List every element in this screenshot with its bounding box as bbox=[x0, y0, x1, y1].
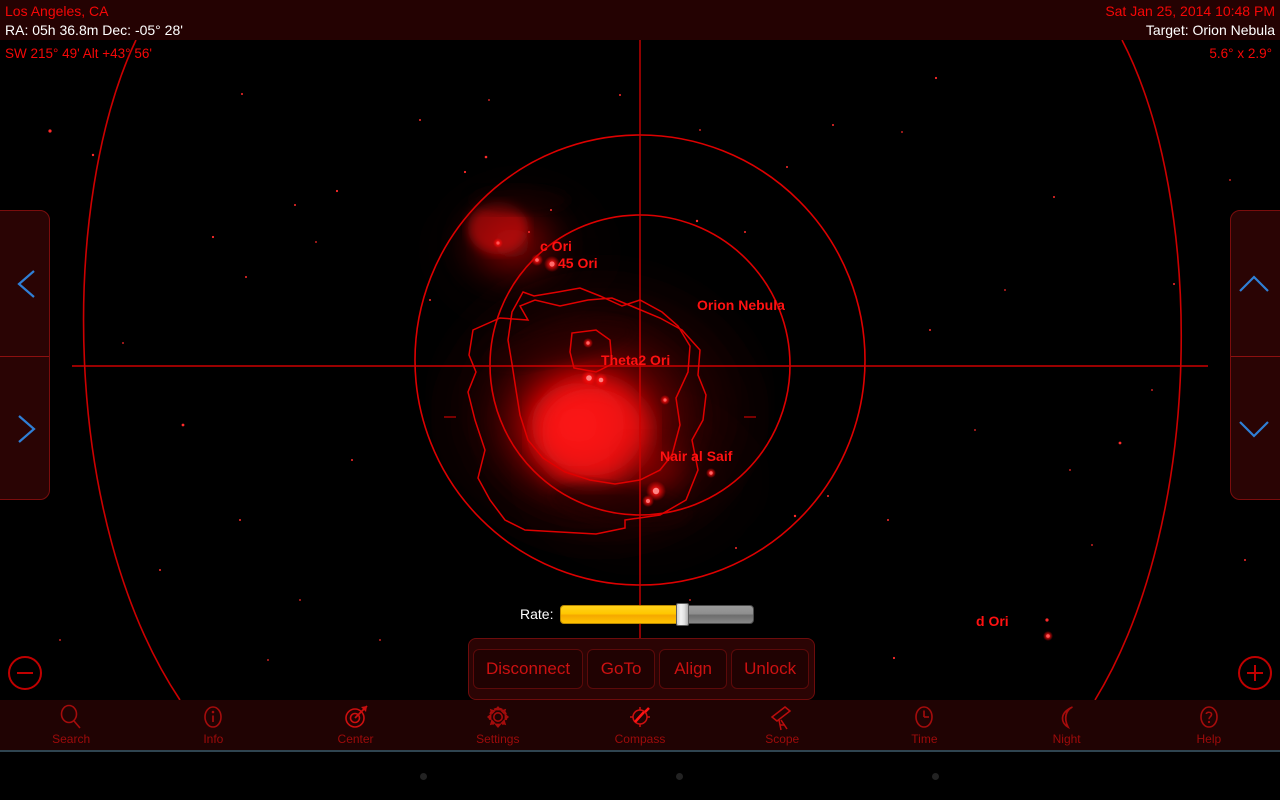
rate-slider-row[interactable]: Rate: bbox=[520, 601, 755, 627]
rate-slider[interactable] bbox=[560, 603, 755, 626]
clock-icon bbox=[910, 702, 938, 732]
pan-up-button[interactable] bbox=[1231, 211, 1280, 356]
sky-label: d Ori bbox=[976, 613, 1009, 629]
toolbar-item-compass[interactable]: Compass bbox=[569, 700, 711, 750]
toolbar-label: Time bbox=[911, 732, 938, 746]
scope-control-panel: Disconnect GoTo Align Unlock bbox=[468, 638, 815, 700]
chevron-right-icon bbox=[18, 415, 36, 443]
pan-left-button[interactable] bbox=[0, 211, 49, 356]
datetime-label: Sat Jan 25, 2014 10:48 PM bbox=[1105, 3, 1275, 19]
sky-label: c Ori bbox=[540, 238, 572, 254]
chevron-left-icon bbox=[17, 269, 35, 298]
chevron-up-icon bbox=[1239, 274, 1269, 292]
toolbar-item-help[interactable]: Help bbox=[1138, 700, 1280, 750]
toolbar-label: Help bbox=[1196, 732, 1222, 746]
toolbar-label: Compass bbox=[614, 732, 666, 746]
pan-down-button[interactable] bbox=[1231, 356, 1280, 501]
nav-back-dot[interactable] bbox=[420, 773, 427, 780]
toolbar-item-scope[interactable]: Scope bbox=[711, 700, 853, 750]
chevron-down-icon bbox=[1239, 421, 1269, 438]
toolbar-item-search[interactable]: Search bbox=[0, 700, 142, 750]
disconnect-button[interactable]: Disconnect bbox=[473, 649, 584, 689]
sky-label: Nair al Saif bbox=[660, 448, 733, 464]
sky-label: Theta2 Ori bbox=[601, 352, 670, 368]
bottom-toolbar: Search Info Center Settings Compass Scop… bbox=[0, 700, 1280, 752]
nav-recent-dot[interactable] bbox=[932, 773, 939, 780]
moon-icon bbox=[1053, 702, 1081, 732]
goto-button[interactable]: GoTo bbox=[587, 649, 656, 689]
pan-right-button[interactable] bbox=[0, 356, 49, 501]
align-button[interactable]: Align bbox=[659, 649, 728, 689]
rate-slider-fill bbox=[560, 605, 681, 624]
alt-az-readout: SW 215° 49' Alt +43° 56' bbox=[5, 46, 152, 61]
zoom-out-button[interactable] bbox=[8, 656, 42, 690]
rate-slider-thumb[interactable] bbox=[676, 603, 690, 626]
location-label: Los Angeles, CA bbox=[5, 3, 109, 19]
toolbar-item-info[interactable]: Info bbox=[142, 700, 284, 750]
compass-off-icon bbox=[626, 702, 654, 732]
search-icon bbox=[57, 702, 85, 732]
fov-readout: 5.6° x 2.9° bbox=[1209, 46, 1272, 61]
toolbar-label: Scope bbox=[765, 732, 800, 746]
sky-label: Orion Nebula bbox=[697, 297, 785, 313]
telescope-icon bbox=[767, 702, 797, 732]
question-circle-icon bbox=[1195, 702, 1223, 732]
toolbar-label: Search bbox=[52, 732, 91, 746]
pan-left-right-pad[interactable] bbox=[0, 210, 50, 500]
pan-up-down-pad[interactable] bbox=[1230, 210, 1280, 500]
sky-label: 45 Ori bbox=[558, 255, 598, 271]
toolbar-label: Center bbox=[337, 732, 374, 746]
android-nav-bar bbox=[0, 752, 1280, 800]
toolbar-item-time[interactable]: Time bbox=[853, 700, 995, 750]
toolbar-label: Night bbox=[1052, 732, 1081, 746]
nav-home-dot[interactable] bbox=[676, 773, 683, 780]
toolbar-label: Settings bbox=[476, 732, 520, 746]
zoom-in-button[interactable] bbox=[1238, 656, 1272, 690]
toolbar-item-night[interactable]: Night bbox=[996, 700, 1138, 750]
unlock-button[interactable]: Unlock bbox=[731, 649, 810, 689]
toolbar-item-center[interactable]: Center bbox=[284, 700, 426, 750]
target-icon bbox=[342, 702, 370, 732]
toolbar-item-settings[interactable]: Settings bbox=[427, 700, 569, 750]
target-label: Target: Orion Nebula bbox=[1145, 22, 1275, 38]
info-icon bbox=[199, 702, 227, 732]
toolbar-label: Info bbox=[203, 732, 224, 746]
ra-dec-readout: RA: 05h 36.8m Dec: -05° 28' bbox=[5, 22, 183, 38]
gear-icon bbox=[484, 702, 512, 732]
rate-label: Rate: bbox=[520, 606, 554, 622]
top-info-bar: Los Angeles, CA RA: 05h 36.8m Dec: -05° … bbox=[0, 0, 1280, 40]
